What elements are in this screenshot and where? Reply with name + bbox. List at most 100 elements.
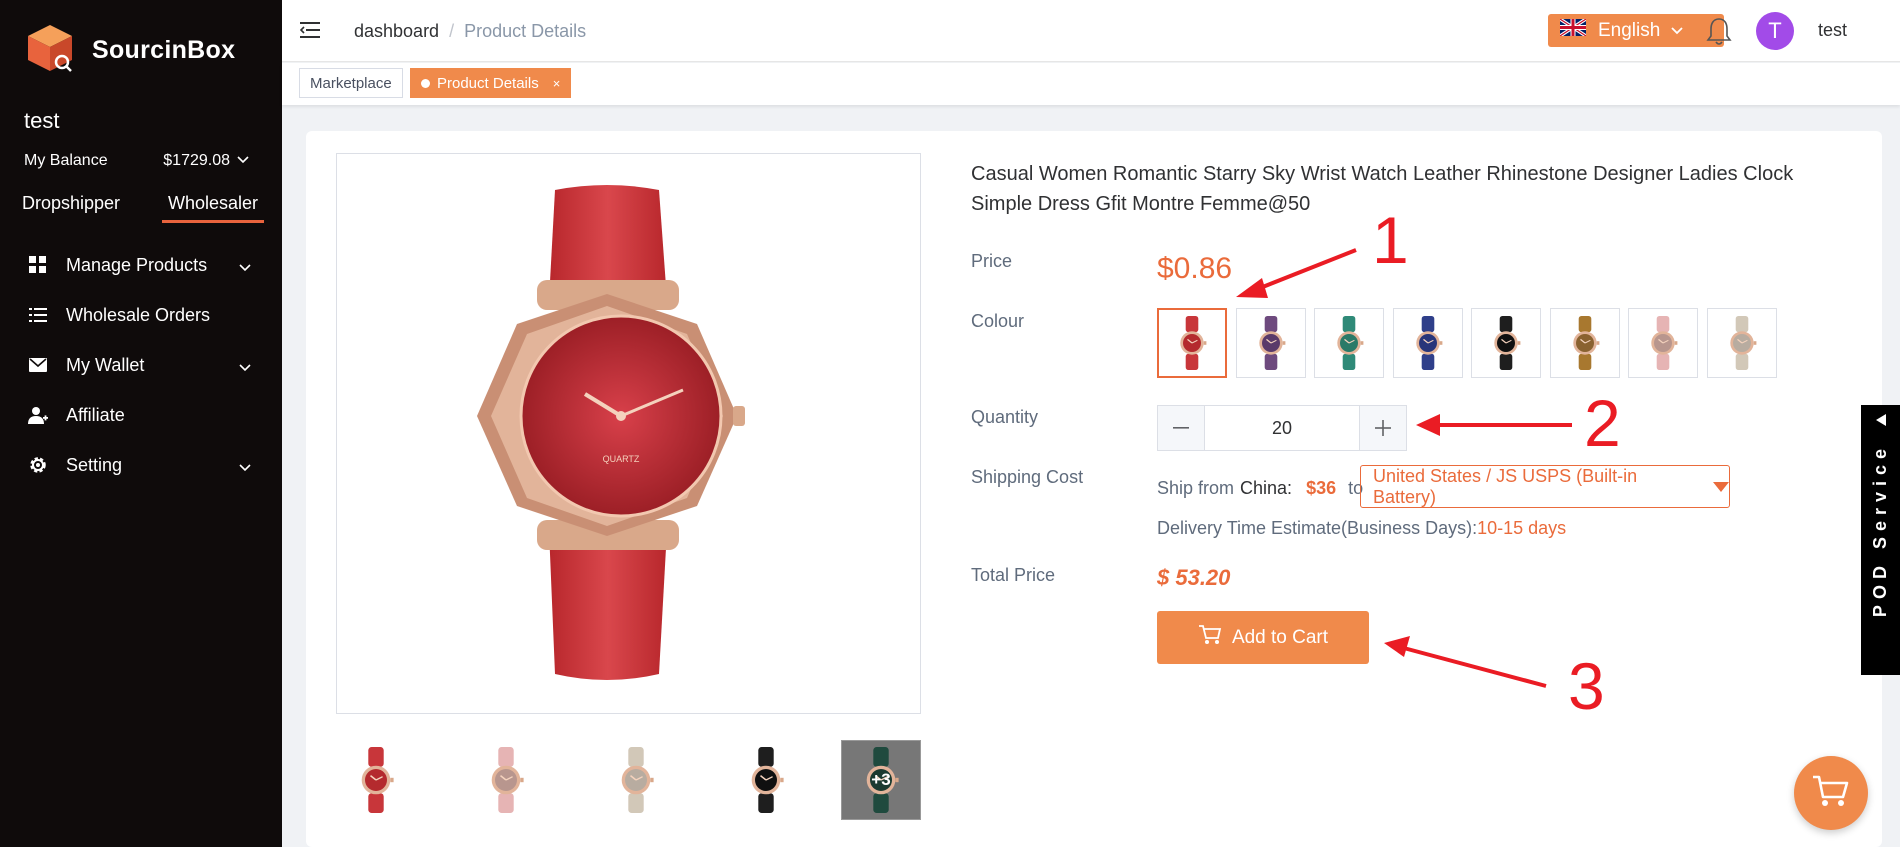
quantity-stepper: 20 [1157, 405, 1407, 451]
ship-cost: $36 [1306, 478, 1337, 498]
thumbnail[interactable] [596, 740, 676, 820]
product-title: Casual Women Romantic Starry Sky Wrist W… [971, 163, 1794, 215]
price-label: Price [971, 251, 1013, 271]
colour-swatch[interactable] [1235, 308, 1306, 378]
chevron-down-icon [238, 457, 252, 478]
cart-icon [1811, 773, 1851, 814]
delivery-estimate: Delivery Time Estimate(Business Days):10… [1157, 518, 1566, 539]
watch-swatch-image [1337, 316, 1364, 370]
total-price-label: Total Price [971, 565, 1056, 585]
sidebar-item-setting[interactable]: Setting [0, 440, 282, 490]
header-username[interactable]: test [1818, 20, 1847, 41]
envelope-icon [28, 355, 48, 375]
balance-label: My Balance [24, 152, 108, 169]
tab-label: Product Details [437, 74, 539, 92]
role-wholesaler[interactable]: Wholesaler [162, 193, 265, 223]
user-plus-icon [28, 405, 48, 425]
pod-service-label: POD Service [1870, 443, 1890, 618]
cart-icon [1198, 624, 1222, 652]
watch-swatch-image [1729, 316, 1756, 370]
language-label: English [1598, 19, 1661, 41]
more-count: +3 [871, 770, 891, 789]
active-dot-icon [421, 78, 430, 88]
sidebar-menu: Manage Products Wholesale Orders My Wall… [0, 240, 282, 490]
menu-toggle-icon[interactable] [299, 20, 322, 45]
annotation-number-2: 2 [1584, 386, 1621, 460]
delivery-days: 10-15 days [1477, 518, 1567, 538]
shipping-method-select[interactable]: United States / JS USPS (Built-in Batter… [1360, 465, 1730, 508]
list-icon [28, 305, 48, 325]
annotation-number-1: 1 [1372, 203, 1409, 277]
colour-swatch[interactable] [1549, 308, 1620, 378]
floating-cart-button[interactable] [1794, 756, 1868, 830]
colour-swatch[interactable] [1392, 308, 1463, 378]
breadcrumb-dashboard[interactable]: dashboard [354, 21, 439, 41]
triangle-left-icon [1875, 413, 1886, 431]
product-main-image[interactable]: QUARTZ [336, 153, 921, 714]
watch-swatch-image [1258, 316, 1285, 370]
brand-name: SourcinBox [92, 36, 236, 64]
quantity-input[interactable]: 20 [1204, 406, 1360, 450]
add-to-cart-button[interactable]: Add to Cart [1157, 611, 1369, 664]
colour-swatch[interactable] [1628, 308, 1698, 378]
bell-icon[interactable] [1706, 16, 1732, 51]
chevron-down-icon [238, 357, 252, 378]
sidebar-username: test [24, 108, 60, 133]
colour-swatch[interactable] [1471, 308, 1541, 378]
ship-from-country: China: [1240, 478, 1293, 498]
role-switch: Dropshipper Wholesaler [22, 193, 265, 225]
watch-swatch-image [1651, 316, 1678, 370]
logo-box-icon [24, 22, 76, 79]
add-to-cart-label: Add to Cart [1231, 626, 1329, 648]
tab-marketplace[interactable]: Marketplace [299, 68, 403, 98]
sidebar-item-label: Wholesale Orders [66, 304, 211, 325]
sidebar-item-manage-products[interactable]: Manage Products [0, 240, 282, 290]
colour-swatch[interactable] [1157, 308, 1227, 378]
breadcrumb: dashboard / Product Details [354, 21, 586, 42]
tab-product-details[interactable]: Product Details × [410, 68, 572, 98]
breadcrumb-current: Product Details [464, 21, 587, 41]
watch-swatch-image [1572, 316, 1599, 370]
thumbnail[interactable] [466, 740, 546, 820]
chevron-down-icon [1670, 20, 1684, 42]
colour-swatch[interactable] [1706, 308, 1777, 378]
balance-row[interactable]: My Balance $1729.08 [24, 152, 250, 170]
colour-swatch[interactable] [1314, 308, 1384, 378]
sidebar-item-label: Manage Products [66, 254, 208, 275]
watch-swatch-image [1180, 316, 1207, 370]
thumbnail-strip: +3 [336, 740, 921, 820]
watch-swatch-image [1494, 316, 1521, 370]
chevron-down-icon [238, 257, 252, 278]
sidebar-item-label: Affiliate [66, 404, 125, 425]
thumbnail[interactable] [336, 740, 416, 820]
role-dropshipper[interactable]: Dropshipper [22, 193, 120, 220]
annotation-number-3: 3 [1568, 649, 1605, 723]
shipping-cost-label: Shipping Cost [971, 467, 1084, 487]
increase-button[interactable] [1360, 406, 1406, 450]
caret-down-icon [1713, 476, 1729, 497]
watch-swatch-image [1415, 316, 1442, 370]
ship-from: Ship from China: $36 to [1157, 478, 1363, 499]
sidebar: SourcinBox test My Balance $1729.08 Drop… [0, 0, 282, 847]
close-icon[interactable]: × [553, 76, 561, 91]
chevron-down-icon[interactable] [236, 152, 250, 170]
more-thumbnails-button[interactable]: +3 [841, 740, 921, 820]
ship-from-prefix: Ship from [1157, 478, 1235, 498]
product-price: $0.86 [1157, 252, 1233, 285]
pod-service-tab[interactable]: POD Service [1861, 405, 1900, 675]
sidebar-item-label: Setting [66, 454, 123, 475]
avatar[interactable]: T [1756, 12, 1794, 50]
language-selector[interactable]: English [1548, 14, 1724, 47]
thumbnail[interactable] [726, 740, 806, 820]
sidebar-item-affiliate[interactable]: Affiliate [0, 390, 282, 440]
sidebar-item-my-wallet[interactable]: My Wallet [0, 340, 282, 390]
top-bar: dashboard / Product Details English T test [282, 0, 1900, 62]
colour-options [1157, 308, 1777, 378]
uk-flag-icon [1559, 17, 1587, 42]
quantity-label: Quantity [971, 407, 1039, 427]
brand-logo[interactable]: SourcinBox [24, 22, 235, 79]
decrease-button[interactable] [1158, 406, 1204, 450]
sidebar-item-wholesale-orders[interactable]: Wholesale Orders [0, 290, 282, 340]
shipping-method-value: United States / JS USPS (Built-in Batter… [1373, 465, 1638, 507]
delivery-label: Delivery Time Estimate(Business Days): [1157, 518, 1478, 538]
